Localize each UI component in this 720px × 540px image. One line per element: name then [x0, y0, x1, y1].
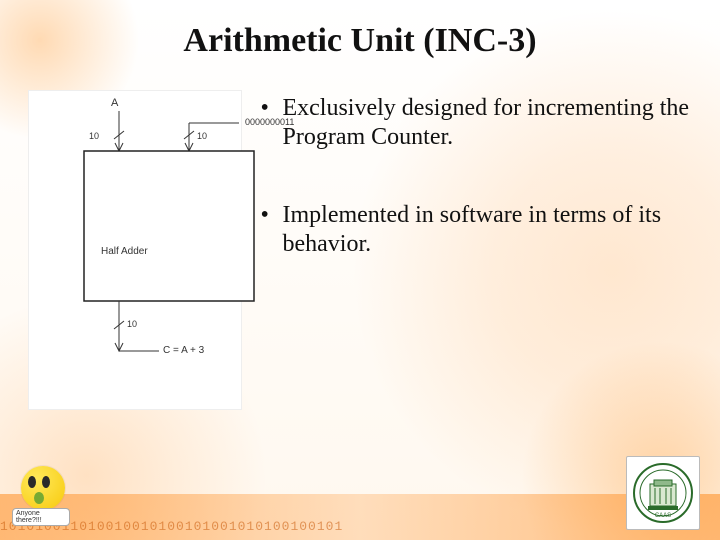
bullet-item: Implemented in software in terms of its …: [260, 201, 692, 260]
page-title: Arithmetic Unit (INC-3): [0, 22, 720, 60]
footer-binary-text: 101010011010010010100101001010100100101: [0, 519, 720, 534]
diagram-bus-10-b: 10: [197, 131, 207, 141]
mascot-speech-bubble: Anyone there?!!!: [12, 508, 70, 526]
diagram-input-a-label: A: [111, 97, 118, 109]
mascot-icon: Anyone there?!!!: [16, 466, 70, 526]
footer-band: 101010011010010010100101001010100100101: [0, 494, 720, 540]
diagram-bus-10-a: 10: [89, 131, 99, 141]
content-row: A 0000000011 10 10 Half Adder 10 C = A +…: [28, 90, 692, 480]
university-logo: CAAS: [626, 456, 700, 530]
seal-icon: CAAS: [632, 462, 694, 524]
block-diagram: A 0000000011 10 10 Half Adder 10 C = A +…: [28, 90, 242, 410]
logo-caption: CAAS: [655, 513, 671, 519]
diagram-bus-10-out: 10: [127, 319, 137, 329]
bullet-item: Exclusively designed for incrementing th…: [260, 94, 692, 153]
diagram-output-label: C = A + 3: [163, 345, 204, 356]
diagram-block-label: Half Adder: [101, 246, 148, 257]
